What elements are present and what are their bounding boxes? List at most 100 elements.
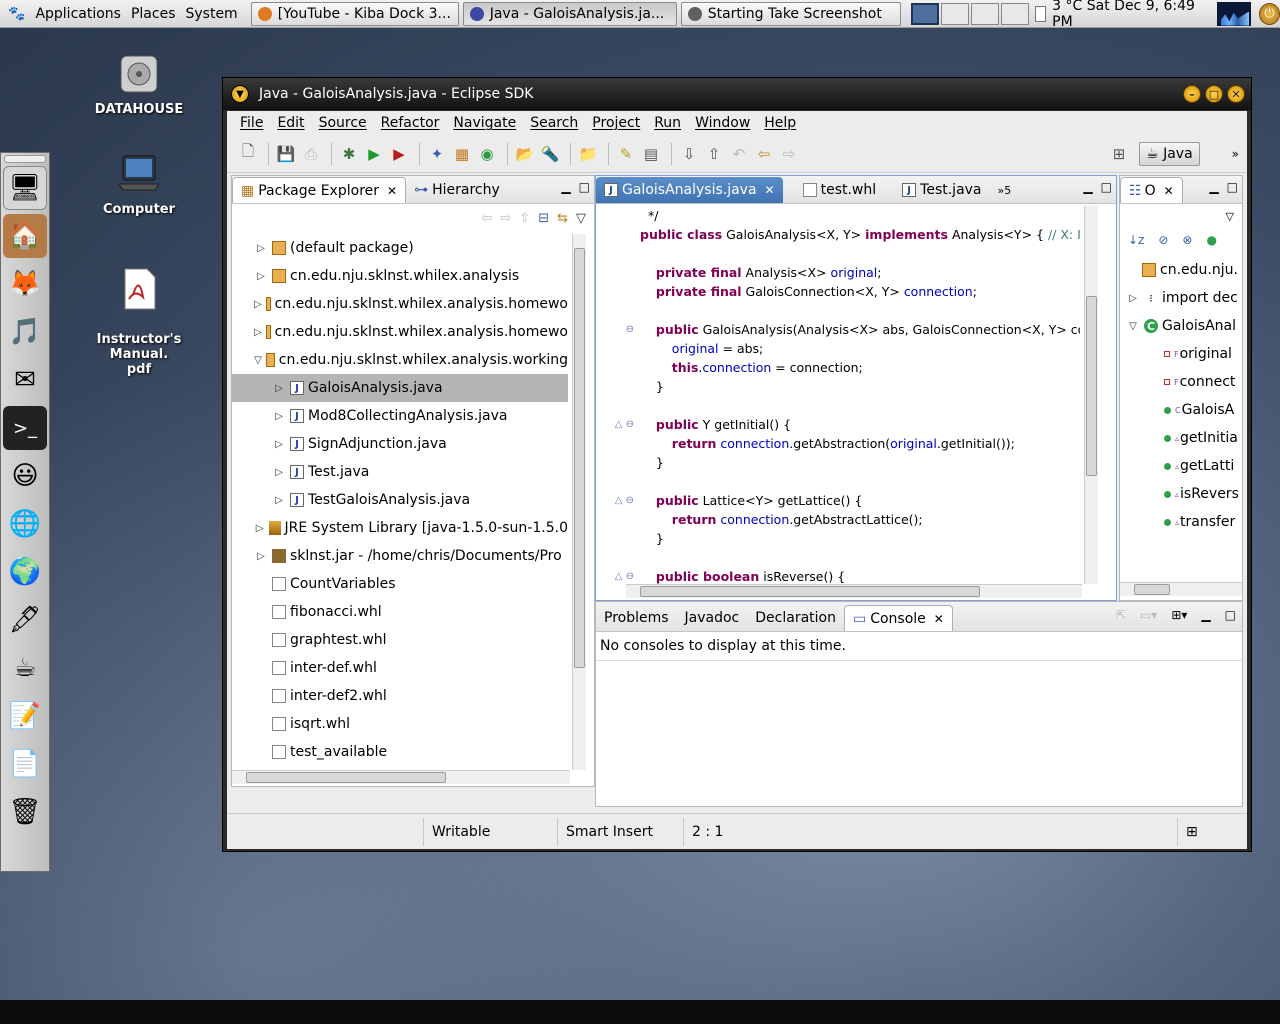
prev-annotation-icon[interactable]: ⇧ <box>703 143 725 165</box>
gnome-foot-icon[interactable]: 🐾 <box>0 6 30 22</box>
open-type-icon[interactable]: 📂 <box>514 143 536 165</box>
chat-icon[interactable]: 😃 <box>3 454 47 498</box>
up-icon[interactable]: ⇧ <box>519 211 530 226</box>
close-tab-icon[interactable]: ✕ <box>387 184 397 198</box>
menu-places[interactable]: Places <box>126 6 181 22</box>
expand-arrow-icon[interactable]: ▷ <box>272 411 286 422</box>
tab-galoisanalysis[interactable]: J GaloisAnalysis.java ✕ <box>596 177 783 203</box>
tab-hierarchy[interactable]: ⊶ Hierarchy <box>406 177 508 203</box>
vertical-scrollbar[interactable] <box>572 234 586 770</box>
network-globe-icon[interactable]: 🌍 <box>3 550 47 594</box>
tree-item[interactable]: CountVariables <box>232 570 568 598</box>
tree-item[interactable]: ▷ J Test.java <box>232 458 568 486</box>
scroll-thumb[interactable] <box>1134 584 1170 595</box>
outline-item[interactable]: ▵ isRevers <box>1124 480 1240 508</box>
close-tab-icon[interactable]: ✕ <box>934 612 944 626</box>
hide-fields-icon[interactable]: ⊘ <box>1158 233 1168 247</box>
scroll-thumb[interactable] <box>1086 296 1097 476</box>
menu-system[interactable]: System <box>180 6 242 22</box>
menu-search[interactable]: Search <box>523 115 585 131</box>
mark-occurrences-icon[interactable]: ✎ <box>615 143 637 165</box>
tree-item[interactable]: test_available <box>232 738 568 766</box>
expand-arrow-icon[interactable]: ▽ <box>1126 321 1140 332</box>
window-menu-icon[interactable]: ▼ <box>231 85 249 103</box>
pin-console-icon[interactable]: ⇱ <box>1116 608 1126 622</box>
outline-item[interactable]: ▽ C GaloisAnal <box>1124 312 1240 340</box>
open-folder-icon[interactable]: 📁 <box>577 143 599 165</box>
menu-edit[interactable]: Edit <box>270 115 311 131</box>
fold-marker-icon[interactable]: ⊖ <box>600 324 640 335</box>
mail-icon[interactable]: ✉ <box>3 358 47 402</box>
tab-overflow[interactable]: »5 <box>990 177 1020 203</box>
maximize-view-icon[interactable]: □ <box>1225 608 1236 622</box>
tree-item[interactable]: ▷ (default package) <box>232 234 568 262</box>
tab-test-java[interactable]: J Test.java <box>894 177 989 203</box>
run-icon[interactable]: ▶ <box>363 143 385 165</box>
collapse-all-icon[interactable]: ⊟ <box>538 211 549 226</box>
outline-item[interactable]: Fconnect <box>1124 368 1240 396</box>
tab-test-whl[interactable]: test.whl <box>795 177 885 203</box>
outline-item[interactable]: Foriginal <box>1124 340 1240 368</box>
tree-item[interactable]: ▷ cn.edu.nju.sklnst.whilex.analysis.homew… <box>232 290 568 318</box>
new-package-icon[interactable]: ▦ <box>451 143 473 165</box>
workspace-1[interactable] <box>910 2 939 25</box>
menu-project[interactable]: Project <box>585 115 647 131</box>
hide-nonpublic-icon[interactable]: ● <box>1206 233 1216 247</box>
expand-arrow-icon[interactable]: ▷ <box>254 523 265 534</box>
window-titlebar[interactable]: ▼ Java - GaloisAnalysis.java - Eclipse S… <box>223 78 1251 110</box>
menu-file[interactable]: File <box>233 115 270 131</box>
outline-item[interactable]: ▵ transfer <box>1124 508 1240 536</box>
expand-arrow-icon[interactable]: ▷ <box>254 551 268 562</box>
tree-item[interactable]: ▷ J SignAdjunction.java <box>232 430 568 458</box>
outline-item[interactable]: C GaloisA <box>1124 396 1240 424</box>
scroll-thumb[interactable] <box>574 248 585 668</box>
tree-item[interactable]: inter-def2.whl <box>232 682 568 710</box>
monitor-icon[interactable]: 🖥 <box>3 166 47 210</box>
firefox-icon[interactable]: 🦊 <box>3 262 47 306</box>
maximize-view-icon[interactable]: □ <box>1227 180 1238 194</box>
task-youtube[interactable]: [YouTube - Kiba Dock 3... <box>250 1 459 26</box>
maximize-view-icon[interactable]: □ <box>579 180 590 194</box>
open-perspective-icon[interactable]: ⊞ <box>1108 143 1130 165</box>
terminal-icon[interactable]: >_ <box>3 406 47 450</box>
expand-arrow-icon[interactable]: ▽ <box>254 355 262 366</box>
more-perspectives-icon[interactable]: » <box>1232 147 1239 161</box>
desktop-icon-instructors-manual[interactable]: Instructor's Manual. pdf <box>74 250 204 392</box>
forward-icon[interactable]: ⇨ <box>778 143 800 165</box>
dock-handle[interactable] <box>4 155 46 163</box>
tab-package-explorer[interactable]: ▦ Package Explorer ✕ <box>232 177 407 203</box>
close-tab-icon[interactable]: ✕ <box>765 183 775 197</box>
scroll-thumb[interactable] <box>246 772 446 783</box>
fold-marker-icon[interactable]: △ ⊖ <box>600 419 640 430</box>
workspace-switcher[interactable] <box>910 2 1029 25</box>
forward-nav-icon[interactable]: ⇨ <box>500 211 511 226</box>
home-folder-icon[interactable]: 🏠 <box>3 214 47 258</box>
outline-item[interactable]: ▵ getInitia <box>1124 424 1240 452</box>
web-browser-icon[interactable]: 🌐 <box>3 502 47 546</box>
back-icon[interactable]: ⇦ <box>753 143 775 165</box>
menu-applications[interactable]: Applications <box>30 6 126 22</box>
vertical-scrollbar[interactable] <box>1084 206 1098 584</box>
tree-item[interactable]: fibonacci.whl <box>232 598 568 626</box>
horizontal-scrollbar[interactable] <box>1120 582 1242 596</box>
last-edit-icon[interactable]: ↶ <box>728 143 750 165</box>
view-menu-icon[interactable]: ▽ <box>1226 210 1234 223</box>
minimize-button[interactable]: – <box>1183 85 1201 103</box>
open-console-icon[interactable]: ⊞▾ <box>1171 608 1187 622</box>
tree-item[interactable]: ▽ cn.edu.nju.sklnst.whilex.analysis.worki… <box>232 346 568 374</box>
maximize-view-icon[interactable]: □ <box>1101 180 1112 194</box>
menu-navigate[interactable]: Navigate <box>446 115 523 131</box>
tree-item[interactable]: ▷ cn.edu.nju.sklnst.whilex.analysis.homew… <box>232 318 568 346</box>
toggle-block-icon[interactable]: ▤ <box>640 143 662 165</box>
scroll-thumb[interactable] <box>640 586 980 597</box>
expand-arrow-icon[interactable]: ▷ <box>254 271 268 282</box>
clock[interactable]: 3 °C Sat Dec 9, 6:49 PM <box>1052 0 1211 30</box>
tree-item[interactable]: ▷ JRE System Library [java-1.5.0-sun-1.5.… <box>232 514 568 542</box>
desktop-icon-computer[interactable]: Computer <box>74 150 204 217</box>
outline-item[interactable]: ▷ ⁝ import dec <box>1124 284 1240 312</box>
tab-console[interactable]: ▭ Console ✕ <box>843 605 953 631</box>
sort-icon[interactable]: ↓z <box>1128 233 1144 247</box>
view-menu-icon[interactable]: ▽ <box>576 211 586 226</box>
maximize-button[interactable]: □ <box>1205 85 1223 103</box>
horizontal-scrollbar[interactable] <box>626 584 1082 598</box>
